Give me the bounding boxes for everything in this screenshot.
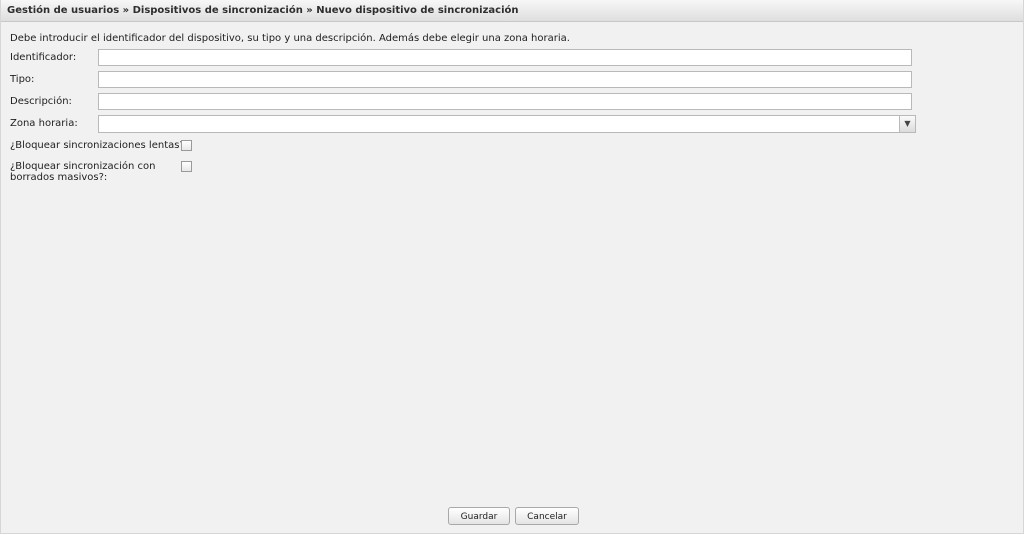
tipo-label: Tipo: <box>10 74 35 85</box>
chevron-down-icon[interactable]: ▼ <box>899 116 915 132</box>
zona-label: Zona horaria: <box>10 118 78 129</box>
bloquear-lentas-checkbox[interactable] <box>181 140 192 151</box>
bloquear-lentas-label: ¿Bloquear sincronizaciones lentas?: <box>10 140 189 151</box>
bloquear-masivos-label-line1: ¿Bloquear sincronización con <box>10 161 156 172</box>
identificador-row: Identificador: <box>1 49 1023 69</box>
cancelar-button[interactable]: Cancelar <box>515 507 579 525</box>
descripcion-row: Descripción: <box>1 93 1023 113</box>
form-panel: Gestión de usuarios » Dispositivos de si… <box>0 0 1024 534</box>
bloquear-masivos-checkbox[interactable] <box>181 161 192 172</box>
tipo-input[interactable] <box>98 71 912 88</box>
identificador-label: Identificador: <box>10 52 77 63</box>
intro-text: Debe introducir el identificador del dis… <box>10 33 570 44</box>
zona-horaria-select[interactable]: ▼ <box>98 115 916 133</box>
bloquear-masivos-label: ¿Bloquear sincronización con borrados ma… <box>10 161 156 183</box>
bloquear-masivos-label-line2: borrados masivos?: <box>10 172 108 183</box>
breadcrumb: Gestión de usuarios » Dispositivos de si… <box>1 0 1023 22</box>
tipo-row: Tipo: <box>1 71 1023 91</box>
guardar-button[interactable]: Guardar <box>448 507 510 525</box>
descripcion-input[interactable] <box>98 93 912 110</box>
descripcion-label: Descripción: <box>10 96 72 107</box>
identificador-input[interactable] <box>98 49 912 66</box>
zona-row: Zona horaria: ▼ <box>1 115 1023 135</box>
